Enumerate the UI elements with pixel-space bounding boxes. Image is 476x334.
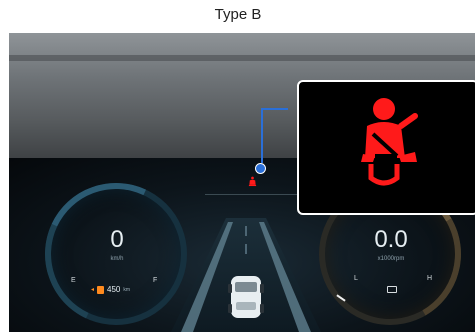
rpm-value: 0.0 bbox=[374, 226, 408, 253]
driving-assist-view bbox=[171, 218, 321, 332]
speed-value: 0 bbox=[110, 226, 124, 253]
temp-low-label: L bbox=[354, 275, 358, 282]
fuel-pump-icon bbox=[97, 285, 105, 294]
rpm-unit: x1000rpm bbox=[377, 256, 405, 262]
seatbelt-warning-icon bbox=[361, 98, 418, 186]
battery-icon bbox=[387, 286, 397, 293]
fuel-range: ◂ 450 km bbox=[91, 285, 130, 294]
temp-high-label: H bbox=[427, 275, 433, 282]
dashboard-edge bbox=[9, 55, 475, 61]
display-top-line bbox=[205, 194, 301, 195]
figure-title: Type B bbox=[214, 6, 262, 23]
speed-unit: km/h bbox=[110, 256, 124, 262]
fuel-side-arrow-icon: ◂ bbox=[91, 287, 95, 293]
callout-dot bbox=[255, 163, 266, 174]
fuel-full-label: F bbox=[153, 277, 158, 284]
callout-line-horizontal bbox=[261, 108, 288, 110]
fuel-empty-label: E bbox=[71, 277, 76, 284]
range-value: 450 bbox=[107, 285, 121, 294]
range-unit: km bbox=[123, 286, 131, 293]
seatbelt-indicator-icon bbox=[248, 176, 257, 187]
seatbelt-warning-callout bbox=[297, 80, 475, 215]
car-icon bbox=[228, 276, 264, 318]
callout-line-vertical bbox=[261, 108, 263, 163]
instrument-cluster-photo: 0 km/h E F ◂ 450 km 0.0 x1000rpm L H bbox=[9, 33, 475, 332]
